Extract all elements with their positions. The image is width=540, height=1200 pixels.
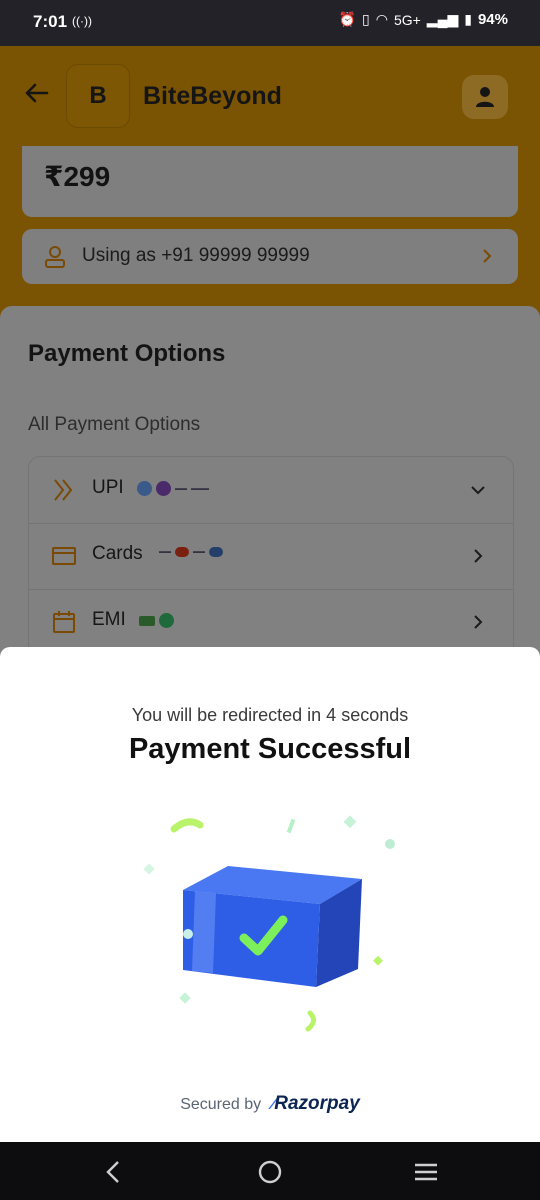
back-arrow-icon[interactable] — [22, 78, 52, 108]
chevron-right-icon — [474, 549, 483, 563]
payment-options-title: Payment Options — [28, 340, 226, 367]
maestro-logo-icon — [209, 547, 223, 557]
profile-button[interactable] — [462, 75, 508, 119]
bank-logo-icon — [139, 615, 155, 626]
signal-icon: ▂▄▆ — [426, 11, 459, 27]
upi-app-logos: ▬▬ ▬▬▬ — [137, 481, 209, 496]
razorpay-name: Razorpay — [274, 1093, 360, 1114]
network-type: 5G+ — [393, 11, 421, 28]
status-time: 7:01 — [33, 12, 68, 31]
chevron-down-icon — [471, 486, 485, 495]
chevron-right-icon — [483, 249, 492, 263]
amount-card: ₹299 — [22, 146, 518, 217]
battery-level: 94% — [477, 11, 508, 28]
hotspot-icon: ((·)) — [72, 14, 92, 28]
gpay-logo-icon — [137, 481, 152, 496]
option-label: Cards — [92, 543, 143, 564]
contact-text: Using as +91 99999 99999 — [82, 245, 310, 266]
user-outline-icon — [45, 246, 65, 268]
secured-by-label: Secured by — [180, 1096, 262, 1113]
zestmoney-logo-icon — [159, 613, 174, 628]
card-network-logos: ▬▬ ▬▬ — [159, 547, 223, 557]
vibrate-icon: ▯ — [362, 11, 370, 27]
success-title: Payment Successful — [128, 733, 412, 765]
user-icon — [476, 87, 494, 107]
contact-row[interactable]: Using as +91 99999 99999 — [22, 229, 518, 284]
option-emi[interactable]: EMI — [29, 589, 513, 656]
payment-success-modal: You will be redirected in 4 seconds Paym… — [0, 647, 540, 1142]
merchant-name: BiteBeyond — [143, 82, 282, 110]
mastercard-logo-icon — [175, 547, 189, 557]
option-label: EMI — [92, 609, 126, 630]
success-box-illustration — [143, 815, 395, 1032]
logo-letter: B — [89, 82, 107, 109]
upi-icon — [54, 479, 73, 501]
nav-back-icon[interactable] — [100, 1158, 128, 1186]
system-nav-bar — [0, 1142, 540, 1200]
alarm-icon: ⏰ — [338, 11, 356, 27]
status-bar: 7:01 ((·)) ⏰ ▯ ◠ 5G+ ▂▄▆ ▮ 94% — [0, 0, 540, 46]
emi-provider-logos — [139, 613, 174, 628]
merchant-logo: B — [66, 64, 130, 128]
secured-by-footer: Secured by ⁄Razorpay — [0, 1093, 540, 1115]
bhim-logo-icon: ▬▬ — [175, 485, 187, 492]
card-icon — [52, 547, 76, 565]
wifi-icon: ◠ — [375, 11, 388, 27]
phonepe-logo-icon — [156, 481, 171, 496]
rupay-logo-icon: ▬▬ — [193, 549, 205, 555]
option-cards[interactable]: Cards ▬▬ ▬▬ — [29, 523, 513, 590]
status-icons: ⏰ ▯ ◠ 5G+ ▂▄▆ ▮ 94% — [339, 11, 508, 28]
calendar-icon — [53, 611, 75, 633]
app-header: B BiteBeyond — [0, 46, 540, 146]
option-label: UPI — [92, 477, 124, 498]
nav-recents-icon[interactable] — [412, 1158, 440, 1186]
visa-logo-icon: ▬▬ — [159, 549, 171, 555]
redirect-message: You will be redirected in 4 seconds — [131, 705, 409, 725]
chevron-right-icon — [474, 615, 483, 629]
payment-options-subtitle: All Payment Options — [28, 414, 201, 435]
option-upi[interactable]: UPI ▬▬ ▬▬▬ — [29, 457, 513, 524]
battery-icon: ▮ — [464, 11, 472, 27]
nav-home-icon[interactable] — [256, 1158, 284, 1186]
paytm-logo-icon: ▬▬▬ — [191, 485, 209, 492]
payment-amount: ₹299 — [44, 161, 111, 192]
